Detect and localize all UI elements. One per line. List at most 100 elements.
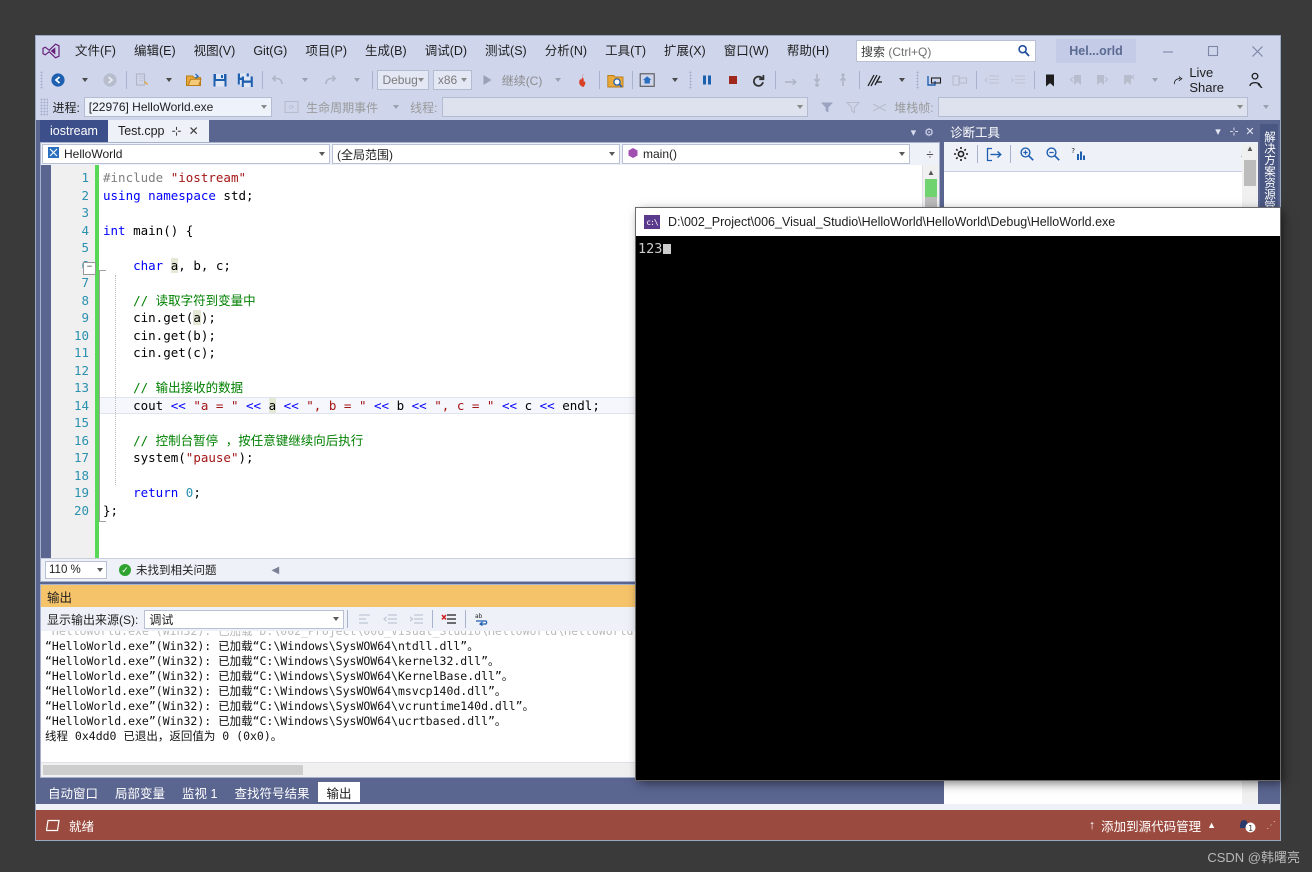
save-icon[interactable] bbox=[207, 68, 233, 92]
continue-play-icon[interactable] bbox=[474, 68, 500, 92]
thread-select[interactable] bbox=[441, 97, 809, 117]
menu-item-analyze[interactable]: 分析(N) bbox=[536, 36, 596, 66]
close-icon[interactable] bbox=[1235, 36, 1280, 66]
clear-all-icon[interactable] bbox=[436, 607, 462, 631]
save-all-icon[interactable] bbox=[233, 68, 259, 92]
tab-output[interactable]: 输出 bbox=[318, 782, 360, 802]
live-share-button[interactable]: Live Share bbox=[1167, 65, 1236, 95]
diag-close-icon[interactable]: ✕ bbox=[1242, 125, 1258, 138]
notifications-button[interactable]: 1 bbox=[1226, 816, 1266, 834]
redo-dropdown[interactable] bbox=[343, 68, 369, 92]
undo-dropdown[interactable] bbox=[291, 68, 317, 92]
menu-item-git[interactable]: Git(G) bbox=[244, 36, 296, 66]
output-scroll-thumb[interactable] bbox=[43, 765, 303, 775]
add-to-source-control-button[interactable]: ↑ 添加到源代码管理 ▲ bbox=[1079, 816, 1226, 835]
process-select[interactable]: [22976] HelloWorld.exe bbox=[83, 97, 273, 117]
menu-bar[interactable]: 文件(F) 编辑(E) 视图(V) Git(G) 项目(P) 生成(B) 调试(… bbox=[66, 36, 838, 66]
source-control-chevron-up-icon[interactable]: ▲ bbox=[1207, 820, 1216, 830]
diag-zoom-out-icon[interactable] bbox=[1040, 142, 1066, 166]
menu-item-file[interactable]: 文件(F) bbox=[66, 36, 125, 66]
tab-iostream[interactable]: iostream bbox=[40, 120, 108, 142]
toolbar-grip-2[interactable] bbox=[688, 71, 692, 89]
toolbar-grip-3[interactable] bbox=[916, 71, 919, 89]
pause-icon[interactable] bbox=[694, 68, 720, 92]
restart-icon[interactable] bbox=[746, 68, 772, 92]
tab-autos[interactable]: 自动窗口 bbox=[40, 782, 106, 802]
fold-toggle-icon[interactable]: − bbox=[83, 262, 96, 275]
feedback-icon[interactable] bbox=[1242, 68, 1268, 92]
issue-prev-arrow-icon[interactable]: ◀ bbox=[272, 565, 280, 576]
menu-item-window[interactable]: 窗口(W) bbox=[715, 36, 778, 66]
project-select[interactable]: HelloWorld bbox=[42, 144, 330, 164]
build-configuration-select[interactable]: Debug bbox=[377, 70, 429, 90]
maximize-icon[interactable] bbox=[1190, 36, 1235, 66]
continue-label[interactable]: 继续(C) bbox=[500, 72, 545, 89]
diag-help-chart-icon[interactable]: ? bbox=[1066, 142, 1092, 166]
tab-settings-gear-icon[interactable]: ⚙ bbox=[924, 126, 934, 139]
member-select[interactable]: main() bbox=[622, 144, 910, 164]
toggle-word-wrap-icon[interactable]: ab bbox=[469, 607, 495, 631]
stop-debugging-icon[interactable] bbox=[720, 68, 746, 92]
scroll-up-arrow-icon[interactable]: ▲ bbox=[923, 165, 939, 179]
menu-item-test[interactable]: 测试(S) bbox=[476, 36, 536, 66]
chevron-down-icon-6 bbox=[319, 152, 325, 156]
open-file-icon[interactable] bbox=[181, 68, 207, 92]
tab-locals[interactable]: 局部变量 bbox=[107, 782, 173, 802]
continue-dropdown[interactable] bbox=[544, 68, 570, 92]
tab-test-cpp[interactable]: Test.cpp ⊹ ✕ bbox=[107, 120, 209, 142]
search-input[interactable]: 搜索 (Ctrl+Q) bbox=[856, 40, 1036, 62]
menu-item-edit[interactable]: 编辑(E) bbox=[125, 36, 185, 66]
platform-select[interactable]: x86 bbox=[432, 70, 472, 90]
diag-pin-icon[interactable]: ⊹ bbox=[1226, 125, 1242, 138]
zoom-select[interactable]: 110 % bbox=[45, 561, 107, 579]
chevron-down-icon-8 bbox=[899, 152, 905, 156]
code-token: , b, c; bbox=[178, 257, 231, 273]
diag-dropdown-icon[interactable]: ▾ bbox=[1210, 125, 1226, 138]
diff-dropdown[interactable] bbox=[888, 68, 914, 92]
menu-item-project[interactable]: 项目(P) bbox=[296, 36, 356, 66]
lifecycle-dropdown[interactable] bbox=[382, 95, 408, 119]
comment-selection-icon[interactable] bbox=[921, 68, 947, 92]
menu-item-view[interactable]: 视图(V) bbox=[185, 36, 245, 66]
menu-item-extensions[interactable]: 扩展(X) bbox=[655, 36, 715, 66]
pin-icon[interactable]: ⊹ bbox=[172, 124, 182, 138]
diag-scroll-thumb[interactable] bbox=[1244, 160, 1256, 186]
toolbar-grip[interactable] bbox=[40, 71, 43, 89]
console-title-bar[interactable]: c:\ D:\002_Project\006_Visual_Studio\Hel… bbox=[636, 208, 1280, 237]
menu-item-debug[interactable]: 调试(D) bbox=[416, 36, 476, 66]
attach-to-process-icon[interactable] bbox=[603, 68, 629, 92]
stackframe-select[interactable] bbox=[937, 97, 1248, 117]
tab-list-dropdown-icon[interactable]: ▾ bbox=[911, 126, 917, 139]
output-source-select[interactable]: 调试 bbox=[144, 609, 345, 629]
tab-find-symbol-results[interactable]: 查找符号结果 bbox=[226, 782, 317, 802]
diag-scroll-up-icon[interactable]: ▲ bbox=[1242, 144, 1258, 158]
navigate-backward-icon[interactable] bbox=[45, 68, 71, 92]
debugbar-overflow-icon[interactable] bbox=[1252, 95, 1278, 119]
split-editor-icon[interactable]: ÷ bbox=[921, 147, 939, 162]
tab-watch-1[interactable]: 监视 1 bbox=[174, 782, 225, 802]
diff-icon[interactable] bbox=[862, 68, 888, 92]
code-token: cin.get(c); bbox=[103, 345, 216, 360]
filter-icon[interactable] bbox=[814, 95, 840, 119]
code-line: // 读取字符到变量中 bbox=[103, 292, 256, 310]
debugbar-grip[interactable] bbox=[40, 98, 49, 116]
diag-settings-gear-icon[interactable] bbox=[948, 142, 974, 166]
menu-item-tools[interactable]: 工具(T) bbox=[596, 36, 655, 66]
new-project-dropdown[interactable] bbox=[155, 68, 181, 92]
hot-reload-icon[interactable] bbox=[570, 68, 596, 92]
resize-grip-icon[interactable]: ⋰ bbox=[1266, 820, 1280, 831]
line-number: 16 bbox=[73, 432, 89, 448]
console-output-area[interactable]: 123 bbox=[636, 236, 1280, 780]
diag-export-icon[interactable] bbox=[981, 142, 1007, 166]
menu-item-help[interactable]: 帮助(H) bbox=[778, 36, 838, 66]
toolbar-overflow-icon[interactable] bbox=[1141, 68, 1167, 92]
minimize-icon[interactable] bbox=[1145, 36, 1190, 66]
navigate-backward-dropdown[interactable] bbox=[71, 68, 97, 92]
menu-item-build[interactable]: 生成(B) bbox=[356, 36, 416, 66]
scope-select[interactable]: (全局范围) bbox=[332, 144, 620, 164]
toggle-bookmark-icon[interactable] bbox=[1037, 68, 1063, 92]
break-all-dropdown[interactable] bbox=[661, 68, 687, 92]
break-all-home-icon[interactable] bbox=[635, 68, 661, 92]
diag-zoom-in-icon[interactable] bbox=[1014, 142, 1040, 166]
close-tab-icon[interactable]: ✕ bbox=[189, 124, 199, 138]
